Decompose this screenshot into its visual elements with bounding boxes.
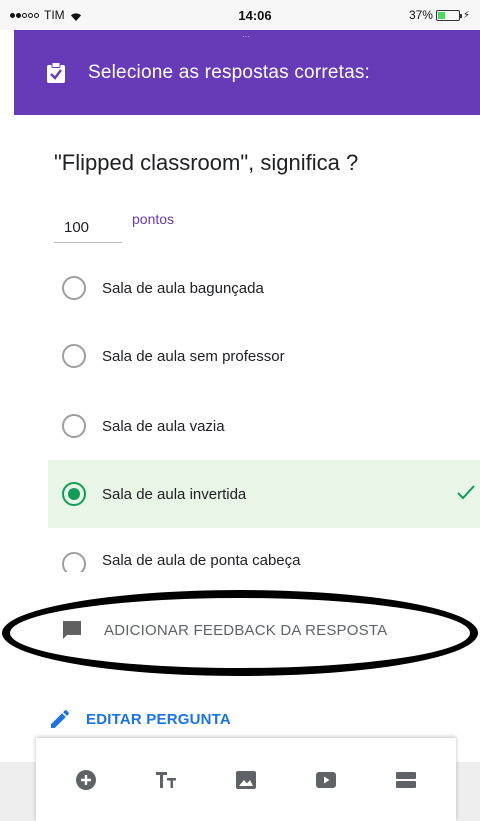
status-right: 37% ⚡: [350, 8, 470, 22]
status-bar: TIM 14:06 37% ⚡: [0, 0, 480, 30]
edit-label: EDITAR PERGUNTA: [86, 710, 231, 728]
video-icon: [316, 771, 336, 788]
radio-button[interactable]: [62, 414, 86, 438]
radio-button[interactable]: [62, 344, 86, 368]
image-icon: [236, 770, 256, 789]
option-label: Sala de aula invertida: [102, 485, 247, 503]
points-label: pontos: [132, 211, 175, 227]
option-5-clip: Sala de aula de ponta cabeça: [48, 540, 480, 572]
radio-button-checked[interactable]: [62, 482, 86, 506]
header-title: Selecione as respostas corretas:: [88, 61, 371, 83]
add-image-button[interactable]: [226, 760, 266, 800]
feedback-label: ADICIONAR FEEDBACK DA RESPOSTA: [104, 621, 388, 639]
option-4-correct[interactable]: Sala de aula invertida: [48, 460, 480, 528]
radio-button[interactable]: [62, 276, 86, 300]
add-section-button[interactable]: [386, 760, 426, 800]
option-label: Sala de aula vazia: [102, 417, 225, 435]
bottom-toolbar: [36, 738, 456, 821]
add-feedback-button[interactable]: ADICIONAR FEEDBACK DA RESPOSTA: [62, 620, 387, 640]
option-label: Sala de aula de ponta cabeça: [102, 552, 301, 569]
option-label: Sala de aula sem professor: [102, 347, 285, 365]
question-title[interactable]: "Flipped classroom", significa ?: [54, 150, 358, 176]
add-video-button[interactable]: [306, 760, 346, 800]
wifi-icon: [70, 11, 82, 21]
option-1[interactable]: Sala de aula bagunçada: [48, 254, 480, 322]
add-question-button[interactable]: [66, 760, 106, 800]
status-time: 14:06: [238, 7, 272, 23]
option-label: Sala de aula bagunçada: [102, 279, 264, 297]
option-2[interactable]: Sala de aula sem professor: [48, 322, 480, 390]
comment-icon: [63, 621, 81, 639]
points-input[interactable]: 100: [54, 215, 122, 243]
radio-button[interactable]: [62, 552, 86, 572]
add-title-button[interactable]: [146, 760, 186, 800]
carrier-label: TIM: [44, 8, 65, 22]
add-circle-icon: [76, 769, 96, 790]
question-header: ⋯ Selecione as respostas corretas:: [14, 30, 480, 115]
pencil-icon: [51, 709, 70, 728]
option-5[interactable]: Sala de aula de ponta cabeça: [48, 540, 480, 572]
drag-handle-icon[interactable]: ⋯: [242, 32, 252, 41]
check-icon: [457, 485, 475, 500]
battery-percent: 37%: [408, 8, 433, 22]
clipboard-check-icon: [47, 61, 65, 83]
option-3[interactable]: Sala de aula vazia: [48, 392, 480, 460]
charging-icon: ⚡: [462, 9, 470, 21]
battery-icon: [435, 9, 462, 21]
edit-question-button[interactable]: EDITAR PERGUNTA: [48, 707, 231, 731]
section-icon: [396, 771, 416, 788]
signal-icon: [10, 12, 39, 18]
text-format-icon: [156, 771, 176, 788]
